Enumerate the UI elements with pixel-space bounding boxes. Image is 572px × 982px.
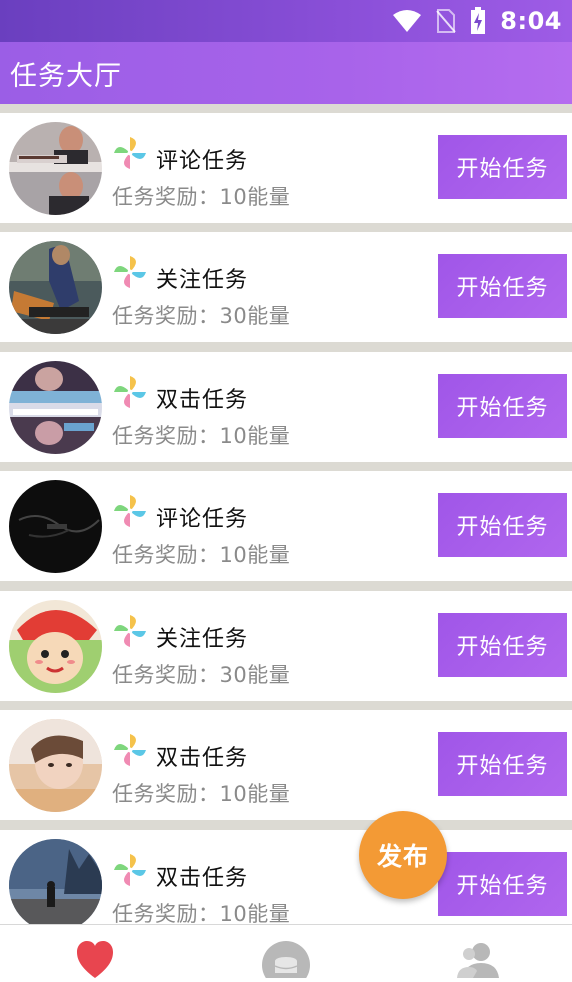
- task-item: 评论任务 任务奖励：10能量 开始任务: [0, 471, 572, 581]
- avatar: [9, 719, 102, 812]
- start-task-button[interactable]: 开始任务: [438, 732, 567, 796]
- task-name: 关注任务: [156, 268, 249, 293]
- task-name: 双击任务: [156, 388, 249, 413]
- wifi-icon: [393, 10, 422, 32]
- start-task-button[interactable]: 开始任务: [438, 254, 567, 318]
- nav-coins[interactable]: [261, 939, 311, 982]
- task-item: 双击任务 任务奖励：10能量 开始任务: [0, 710, 572, 820]
- nav-profile[interactable]: [453, 939, 503, 978]
- pinwheel-icon: [114, 376, 146, 408]
- avatar: [9, 241, 102, 334]
- task-reward: 任务奖励：30能量: [112, 663, 291, 687]
- status-bar: 8:04: [0, 0, 572, 42]
- task-item: 关注任务 任务奖励：30能量 开始任务: [0, 591, 572, 701]
- pinwheel-icon: [114, 137, 146, 169]
- pinwheel-icon: [114, 495, 146, 527]
- pinwheel-icon: [114, 615, 146, 647]
- avatar: [9, 600, 102, 693]
- pinwheel-icon: [114, 854, 146, 886]
- task-reward: 任务奖励：10能量: [112, 902, 291, 924]
- task-name: 评论任务: [156, 507, 249, 532]
- start-task-button[interactable]: 开始任务: [438, 613, 567, 677]
- status-time: 8:04: [500, 7, 562, 35]
- bottom-nav: [0, 924, 572, 982]
- start-task-button[interactable]: 开始任务: [438, 135, 567, 199]
- task-name: 关注任务: [156, 627, 249, 652]
- task-name: 双击任务: [156, 866, 249, 891]
- pinwheel-icon: [114, 256, 146, 288]
- no-sim-icon: [436, 9, 457, 33]
- task-reward: 任务奖励：10能量: [112, 185, 291, 209]
- coins-icon: [262, 941, 310, 982]
- avatar: [9, 839, 102, 924]
- task-reward: 任务奖励：10能量: [112, 543, 291, 567]
- task-reward: 任务奖励：30能量: [112, 304, 291, 328]
- pinwheel-icon: [114, 734, 146, 766]
- user-icon: [457, 943, 499, 978]
- avatar: [9, 122, 102, 215]
- start-task-button[interactable]: 开始任务: [438, 493, 567, 557]
- task-name: 评论任务: [156, 149, 249, 174]
- task-reward: 任务奖励：10能量: [112, 424, 291, 448]
- publish-fab-button[interactable]: 发布: [359, 811, 447, 899]
- avatar: [9, 361, 102, 454]
- page-title: 任务大厅: [10, 61, 122, 92]
- task-name: 双击任务: [156, 746, 249, 771]
- avatar: [9, 480, 102, 573]
- nav-home[interactable]: [70, 939, 120, 978]
- task-list[interactable]: 评论任务 任务奖励：10能量 开始任务 关注任务 任务奖励：30能量 开始任务 …: [0, 104, 572, 924]
- heart-icon: [77, 941, 113, 978]
- task-reward: 任务奖励：10能量: [112, 782, 291, 806]
- task-item: 双击任务 任务奖励：10能量 开始任务: [0, 352, 572, 462]
- battery-charging-icon: [471, 7, 486, 34]
- task-item: 评论任务 任务奖励：10能量 开始任务: [0, 113, 572, 223]
- start-task-button[interactable]: 开始任务: [438, 374, 567, 438]
- start-task-button[interactable]: 开始任务: [438, 852, 567, 916]
- task-item: 关注任务 任务奖励：30能量 开始任务: [0, 232, 572, 342]
- task-item: 双击任务 任务奖励：10能量 开始任务: [0, 830, 572, 924]
- app-bar: 任务大厅: [0, 42, 572, 104]
